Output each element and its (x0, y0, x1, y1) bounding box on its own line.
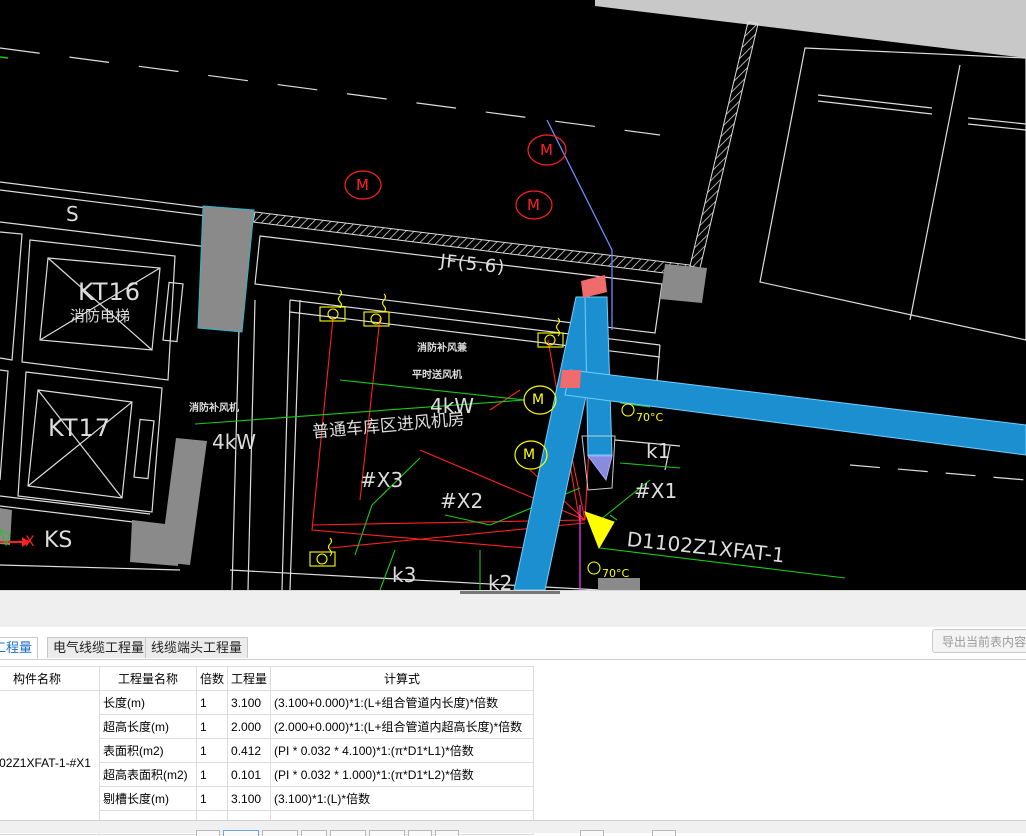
s-mark: S (66, 202, 79, 226)
temp-label-top: 70°C (636, 411, 664, 424)
component-name-cell[interactable]: D1102Z1XFAT-1-#X1 (0, 690, 100, 835)
header-quantity-name[interactable]: 工程量名称 (99, 666, 197, 691)
fan-fire-left-label: 消防补风机 (189, 403, 239, 414)
kt17-label: KT17 (48, 414, 112, 442)
quantity-cell[interactable]: 0.101 (227, 762, 272, 787)
kt16-label: KT16 (78, 278, 142, 306)
pager-button[interactable] (369, 830, 405, 836)
ks-label: KS (44, 528, 73, 553)
elevator-kt17-box (27, 389, 155, 499)
pager-button[interactable] (330, 830, 366, 836)
fan-fire-label-a: 消防补风兼 (417, 343, 467, 354)
pager-button[interactable] (196, 830, 220, 836)
header-multiple[interactable]: 倍数 (195, 666, 229, 691)
header-formula[interactable]: 计算式 (270, 666, 535, 691)
hatched-wall-right (689, 21, 759, 269)
drawing-svg (0, 0, 1026, 590)
motor-label-2: M (356, 176, 369, 194)
tab-cable-terminal-quantity[interactable]: 线缆端头工程量 (145, 637, 249, 658)
temp-label-bottom: 70°C (602, 567, 630, 580)
splitter-grip[interactable] (460, 591, 560, 594)
column-4 (660, 264, 707, 303)
panel-splitter[interactable] (0, 590, 1026, 628)
pager-button[interactable] (435, 830, 459, 836)
cad-drawing-canvas[interactable]: M M M S JF(5.6) KT16 消防电梯 KT17 KS X 消防补风… (0, 0, 1026, 590)
multiple-cell[interactable]: 1 (195, 786, 229, 811)
power-left-label: 4kW (212, 430, 257, 454)
quantity-name-cell[interactable]: 超高长度(m) (99, 714, 197, 739)
quantity-cell[interactable]: 3.100 (227, 690, 272, 715)
x2-label: #X2 (440, 489, 484, 513)
top-slab (595, 0, 1026, 58)
k1-label: k1 (646, 439, 671, 463)
quantity-name-cell[interactable]: 超高表面积(m2) (99, 762, 197, 787)
fire-elevator-label: 消防电梯 (70, 307, 131, 325)
pager-button[interactable] (408, 830, 432, 836)
pager-button[interactable] (580, 830, 604, 836)
column-1 (197, 205, 255, 333)
multiple-cell[interactable]: 1 (195, 714, 229, 739)
x3-label: #X3 (360, 468, 404, 492)
formula-cell[interactable]: (2.000+0.000)*1:(L+组合管道内超高长度)*倍数 (270, 714, 535, 739)
multiple-cell[interactable]: 1 (195, 762, 229, 787)
header-component-name[interactable]: 构件名称 (0, 666, 100, 691)
tab-bar: 工程量 电气线缆工程量 线缆端头工程量 (0, 627, 1026, 660)
quantity-cell[interactable]: 2.000 (227, 714, 272, 739)
k3-label: k3 (392, 563, 417, 587)
quantity-cell[interactable]: 3.100 (227, 786, 272, 811)
x1-label: #X1 (634, 479, 678, 503)
tab-quantity[interactable]: 工程量 (0, 637, 39, 659)
x-mark: X (25, 534, 35, 550)
header-quantity[interactable]: 工程量 (227, 666, 272, 691)
tab-electrical-cable-quantity[interactable]: 电气线缆工程量 (47, 637, 151, 658)
formula-cell[interactable]: (PI * 0.032 * 1.000)*1:(π*D1*L2)*倍数 (270, 762, 535, 787)
motor-yellow-label-2: M (523, 447, 536, 463)
multiple-cell[interactable]: 1 (195, 738, 229, 763)
multiple-cell[interactable]: 1 (195, 690, 229, 715)
pager-button[interactable] (301, 830, 327, 836)
motor-label-1: M (540, 141, 553, 159)
pager-button[interactable] (652, 830, 676, 836)
formula-cell[interactable]: (3.100)*1:(L)*倍数 (270, 786, 535, 811)
bottom-pager-bar (0, 820, 1026, 836)
formula-cell[interactable]: (PI * 0.032 * 4.100)*1:(π*D1*L1)*倍数 (270, 738, 535, 763)
fan-fire-label-b: 平时送风机 (412, 370, 462, 381)
quantity-name-cell[interactable]: 表面积(m2) (99, 738, 197, 763)
quantity-name-cell[interactable]: 长度(m) (99, 690, 197, 715)
motor-label-3: M (527, 196, 540, 214)
pager-button[interactable] (262, 830, 298, 836)
quantity-table-panel: 构件名称 工程量名称 倍数 工程量 计算式 D1102Z1XFAT-1-#X1 … (0, 660, 1026, 835)
quantity-cell[interactable]: 0.412 (227, 738, 272, 763)
table-header-row: 构件名称 工程量名称 倍数 工程量 计算式 (0, 666, 535, 691)
k2-label: k2 (488, 571, 513, 590)
motor-yellow-label-1: M (532, 392, 545, 408)
quantity-name-cell[interactable]: 剔槽长度(m) (99, 786, 197, 811)
column-3 (130, 520, 182, 566)
pager-button[interactable] (223, 830, 259, 836)
table-row[interactable]: D1102Z1XFAT-1-#X1 长度(m) 1 3.100 (3.100+0… (0, 690, 535, 835)
quantity-table: 构件名称 工程量名称 倍数 工程量 计算式 D1102Z1XFAT-1-#X1 … (0, 666, 535, 835)
export-table-button[interactable]: 导出当前表内容 (932, 629, 1026, 653)
formula-cell[interactable]: (3.100+0.000)*1:(L+组合管道内长度)*倍数 (270, 690, 535, 715)
